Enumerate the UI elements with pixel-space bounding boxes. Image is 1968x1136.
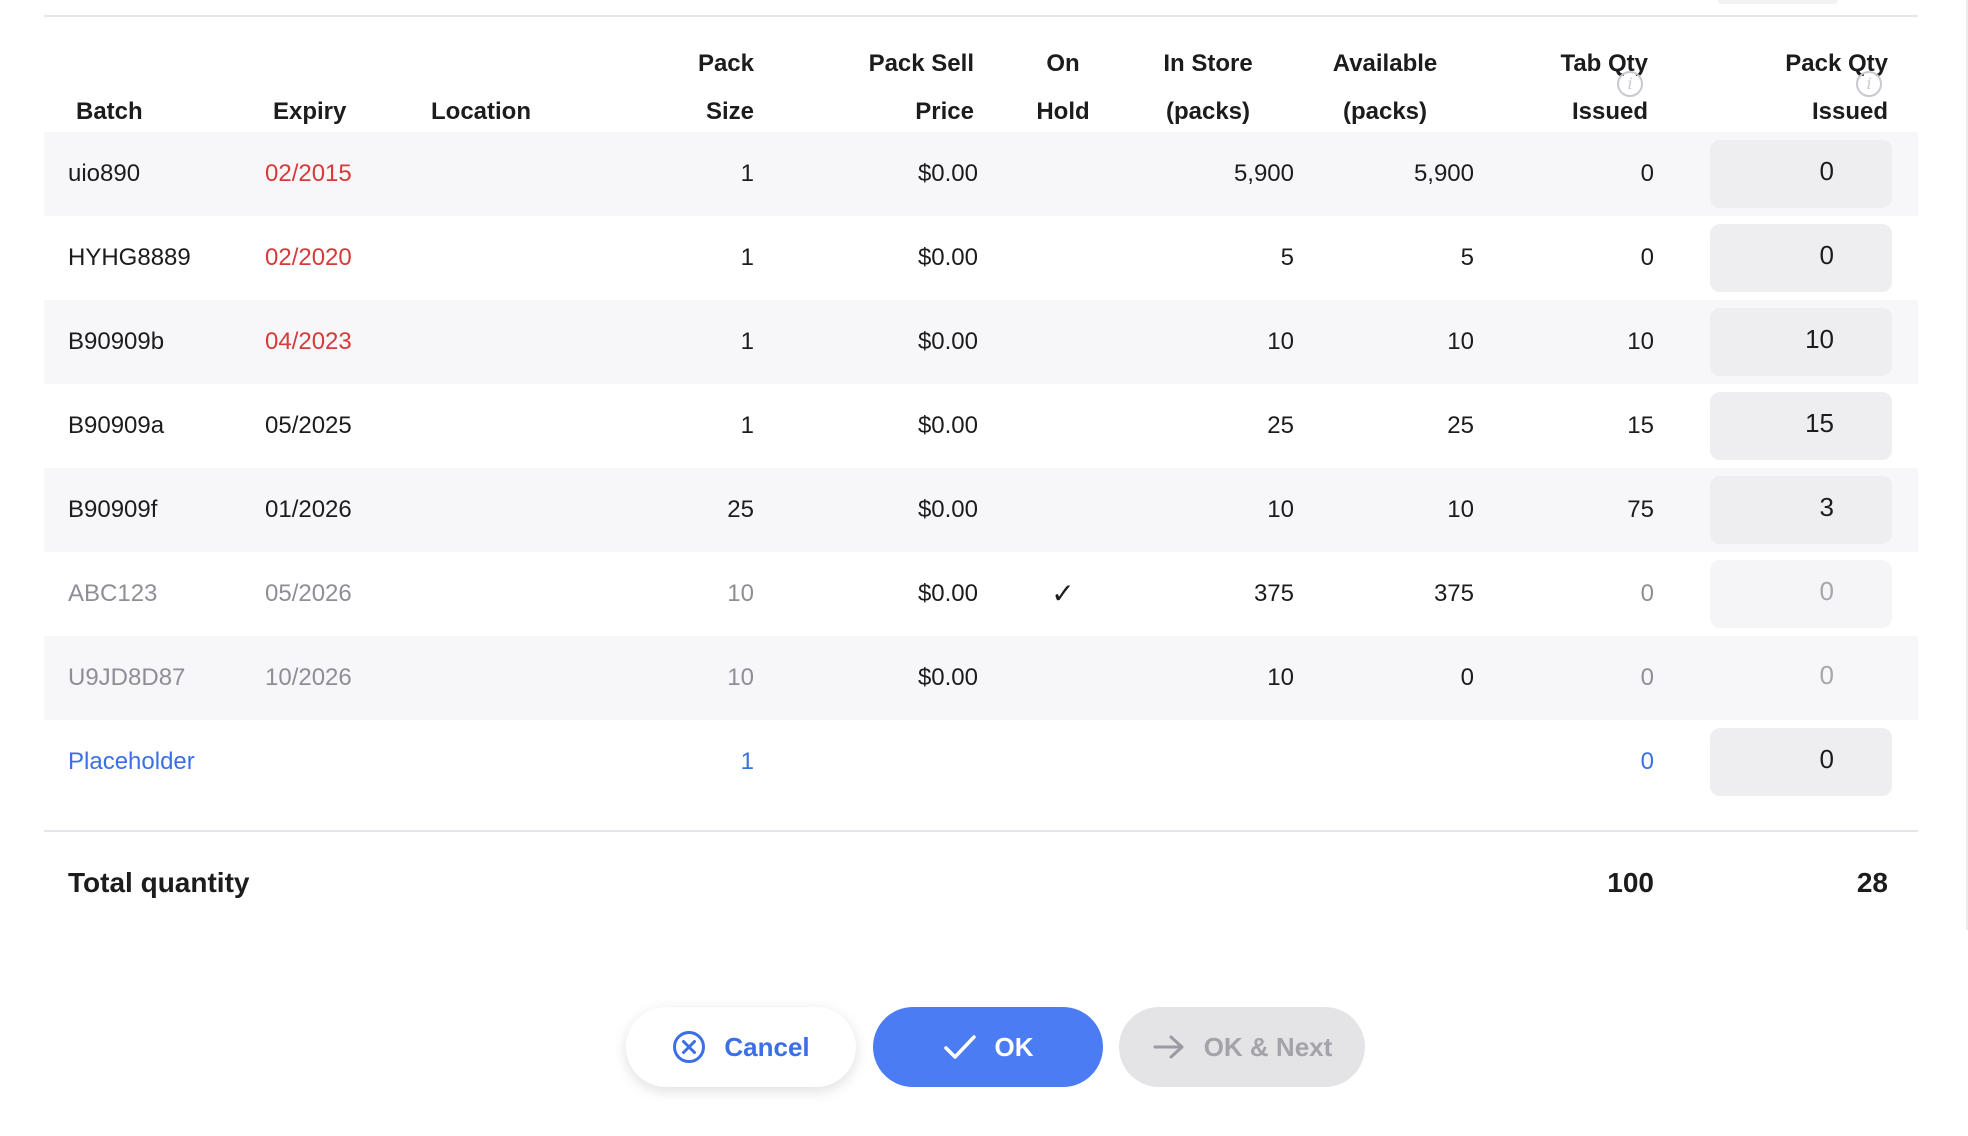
in-store-cell: 5,900 xyxy=(1233,160,1294,187)
info-icon[interactable]: i xyxy=(1617,71,1643,97)
price-cell: $0.00 xyxy=(917,328,978,355)
info-icon[interactable]: i xyxy=(1856,71,1882,97)
batch-cell: Placeholder xyxy=(68,748,195,775)
top-edge-tab xyxy=(1718,0,1838,4)
in-store-cell: 10 xyxy=(1267,664,1294,691)
expiry-cell: 05/2025 xyxy=(265,412,352,439)
table-row[interactable]: ABC123 05/2026 10 $0.00 ✓ 375 375 0 0 xyxy=(44,552,1918,636)
pack-size-cell: 10 xyxy=(727,664,754,691)
pack-size-cell: 1 xyxy=(740,328,754,355)
available-cell: 5,900 xyxy=(1413,160,1474,187)
batch-cell: HYHG8889 xyxy=(68,244,191,271)
ok-button[interactable]: OK xyxy=(873,1007,1103,1087)
on-hold-check-icon: ✓ xyxy=(1051,578,1075,609)
table-row[interactable]: HYHG8889 02/2020 1 $0.00 5 5 0 0 xyxy=(44,216,1918,300)
batch-cell: B90909a xyxy=(68,412,165,439)
total-pack-qty: 28 xyxy=(1856,867,1888,898)
tab-qty-cell: 15 xyxy=(1627,412,1654,439)
pack-qty-input: 0 xyxy=(1819,660,1834,690)
cancel-button[interactable]: Cancel xyxy=(626,1007,856,1087)
header-in-store[interactable]: In Store (packs) xyxy=(1130,40,1286,136)
price-cell: $0.00 xyxy=(917,664,978,691)
tab-qty-cell: 75 xyxy=(1627,496,1654,523)
price-cell: $0.00 xyxy=(917,580,978,607)
tab-qty-cell: 0 xyxy=(1640,748,1654,775)
pack-size-cell: 1 xyxy=(740,160,754,187)
pack-size-cell: 1 xyxy=(740,748,754,775)
expiry-cell: 02/2015 xyxy=(265,160,352,187)
table-row[interactable]: B90909b 04/2023 1 $0.00 10 10 10 10 xyxy=(44,300,1918,384)
ok-next-label: OK & Next xyxy=(1203,1031,1333,1062)
in-store-cell: 25 xyxy=(1267,412,1294,439)
tab-qty-cell: 0 xyxy=(1640,580,1654,607)
cancel-label: Cancel xyxy=(724,1031,810,1062)
check-icon xyxy=(943,1035,976,1059)
expiry-cell: 10/2026 xyxy=(265,664,352,691)
table-row[interactable]: B90909a 05/2025 1 $0.00 25 25 15 15 xyxy=(44,384,1918,468)
pack-qty-input[interactable]: 0 xyxy=(1710,224,1892,292)
expiry-cell: 02/2020 xyxy=(265,244,352,271)
tab-qty-cell: 0 xyxy=(1640,244,1654,271)
price-cell: $0.00 xyxy=(917,496,978,523)
available-cell: 375 xyxy=(1433,580,1474,607)
in-store-cell: 10 xyxy=(1267,328,1294,355)
header-pack-sell-price[interactable]: Pack Sell Price xyxy=(784,40,974,136)
available-cell: 10 xyxy=(1447,496,1474,523)
header-expiry[interactable]: Expiry xyxy=(273,40,433,136)
pack-qty-input[interactable]: 0 xyxy=(1710,728,1892,796)
expiry-cell: 04/2023 xyxy=(265,328,352,355)
tab-qty-cell: 0 xyxy=(1640,160,1654,187)
batch-cell: ABC123 xyxy=(68,580,158,607)
table-row[interactable]: B90909f 01/2026 25 $0.00 10 10 75 3 xyxy=(44,468,1918,552)
arrow-right-icon xyxy=(1153,1035,1184,1059)
total-row: Total quantity 100 28 xyxy=(44,850,1918,916)
tab-qty-cell: 10 xyxy=(1627,328,1654,355)
pack-size-cell: 1 xyxy=(740,412,754,439)
header-on-hold[interactable]: On Hold xyxy=(1001,40,1125,136)
price-cell: $0.00 xyxy=(917,412,978,439)
price-cell: $0.00 xyxy=(917,244,978,271)
tab-qty-cell: 0 xyxy=(1640,664,1654,691)
circle-x-icon xyxy=(673,1031,706,1063)
pack-qty-input[interactable]: 10 xyxy=(1710,308,1892,376)
header-available[interactable]: Available (packs) xyxy=(1296,40,1474,136)
pack-qty-input[interactable]: 0 xyxy=(1710,140,1892,208)
ok-label: OK xyxy=(994,1031,1034,1062)
batch-cell: B90909f xyxy=(68,496,158,523)
pack-size-cell: 1 xyxy=(740,244,754,271)
batch-cell: U9JD8D87 xyxy=(68,664,186,691)
header-location[interactable]: Location xyxy=(431,40,591,136)
pack-qty-input: 0 xyxy=(1710,560,1892,628)
table-row-placeholder[interactable]: Placeholder 1 0 0 xyxy=(44,720,1918,804)
in-store-cell: 10 xyxy=(1267,496,1294,523)
header-pack-size[interactable]: Pack Size xyxy=(604,40,754,136)
top-divider xyxy=(44,15,1918,17)
pack-qty-input[interactable]: 15 xyxy=(1710,392,1892,460)
expiry-cell: 05/2026 xyxy=(265,580,352,607)
available-cell: 10 xyxy=(1447,328,1474,355)
ok-next-button[interactable]: OK & Next xyxy=(1119,1007,1365,1087)
total-label: Total quantity xyxy=(68,867,250,898)
header-batch[interactable]: Batch xyxy=(76,40,236,136)
pack-qty-input[interactable]: 3 xyxy=(1710,476,1892,544)
pack-size-cell: 10 xyxy=(727,580,754,607)
table-row[interactable]: U9JD8D87 10/2026 10 $0.00 10 0 0 0 xyxy=(44,636,1918,720)
available-cell: 5 xyxy=(1460,244,1474,271)
in-store-cell: 375 xyxy=(1253,580,1294,607)
available-cell: 25 xyxy=(1447,412,1474,439)
table-header: Batch Expiry Location Pack Size Pack Sell… xyxy=(44,40,1918,132)
total-tab-qty: 100 xyxy=(1607,867,1654,898)
in-store-cell: 5 xyxy=(1280,244,1294,271)
expiry-cell: 01/2026 xyxy=(265,496,352,523)
price-cell: $0.00 xyxy=(917,160,978,187)
available-cell: 0 xyxy=(1460,664,1474,691)
pack-size-cell: 25 xyxy=(727,496,754,523)
batch-cell: B90909b xyxy=(68,328,165,355)
batch-cell: uio890 xyxy=(68,160,141,187)
batch-table: Batch Expiry Location Pack Size Pack Sell… xyxy=(44,40,1918,804)
table-row[interactable]: uio890 02/2015 1 $0.00 5,900 5,900 0 0 xyxy=(44,132,1918,216)
total-divider xyxy=(44,830,1918,832)
